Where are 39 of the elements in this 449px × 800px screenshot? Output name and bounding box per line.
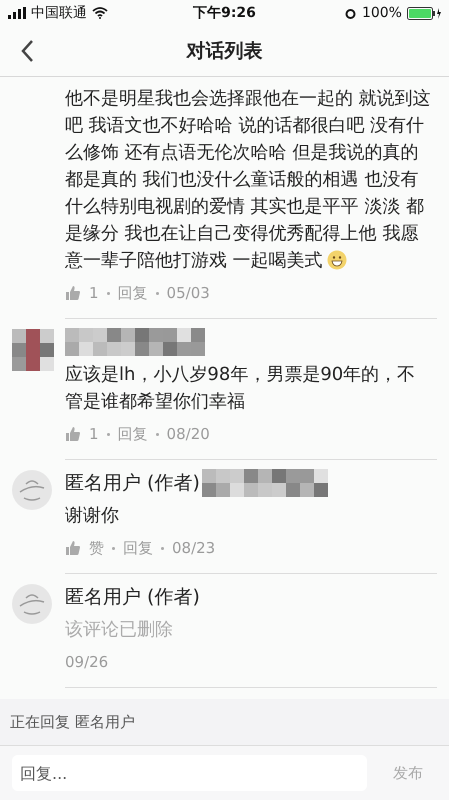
author-name: 匿名用户 (作者) bbox=[65, 585, 200, 610]
separator-dot bbox=[106, 292, 110, 294]
separator-dot bbox=[106, 432, 110, 436]
comment-date: 05/03 bbox=[166, 284, 210, 302]
like-count: 赞 bbox=[89, 538, 104, 558]
like-count: 1 bbox=[89, 425, 99, 443]
comment-text: 应该是lh，小八岁98年，男票是90年的，不管是谁都希望你们幸福 bbox=[65, 363, 416, 414]
like-count: 1 bbox=[89, 284, 99, 302]
comment-date: 09/26 bbox=[65, 653, 108, 671]
separator-dot bbox=[156, 432, 159, 436]
reply-link[interactable]: 回复 bbox=[118, 284, 148, 302]
wifi-icon bbox=[92, 7, 108, 19]
grin-emoji-icon bbox=[326, 250, 347, 270]
thumbs-up-icon[interactable] bbox=[65, 426, 81, 442]
comment-text: 该评论已删除 bbox=[65, 618, 174, 642]
comment-date: 08/20 bbox=[166, 425, 210, 443]
back-icon[interactable] bbox=[20, 39, 34, 63]
separator-dot bbox=[112, 546, 115, 550]
comment-text: 谢谢你 bbox=[65, 504, 120, 528]
replying-to-label: 正在回复 匿名用户 bbox=[10, 712, 135, 732]
battery-percent: 100% bbox=[362, 5, 402, 21]
comment-text: 他不是明星我也会选择跟他在一起的 就说到这吧 我语文也不好哈哈 说的话都很白吧 没有什么修饰 还有点语无伦次哈哈 但是我说的真的都是真的 我们也没什么童话般的相遇 也没有什么特别电视剧的爱情 其实也是平平 淡淡 都是缘分 我也在让自己变得优秀配得上他 我愿意一辈子陪他打游戏 一起喝美式 bbox=[65, 87, 432, 273]
reply-link[interactable]: 回复 bbox=[118, 424, 148, 444]
reply-link[interactable]: 回复 bbox=[123, 538, 153, 558]
send-button[interactable]: 发布 bbox=[387, 762, 429, 784]
clock-time: 下午9:26 bbox=[193, 4, 256, 22]
comment-date: 08/23 bbox=[172, 539, 216, 557]
author-name: 匿名用户 (作者) bbox=[65, 471, 200, 496]
thumbs-up-icon[interactable] bbox=[65, 285, 81, 301]
carrier-name: 中国联通 bbox=[31, 4, 87, 22]
page-title: 对话列表 bbox=[186, 39, 262, 64]
thumbs-up-icon[interactable] bbox=[65, 540, 81, 556]
signal-icon bbox=[8, 7, 26, 19]
avatar bbox=[12, 470, 52, 510]
separator-dot bbox=[156, 292, 159, 294]
reply-input[interactable]: 回复... bbox=[12, 755, 367, 791]
separator-dot bbox=[161, 546, 164, 550]
battery-charging-icon bbox=[406, 6, 441, 20]
avatar bbox=[12, 584, 52, 624]
